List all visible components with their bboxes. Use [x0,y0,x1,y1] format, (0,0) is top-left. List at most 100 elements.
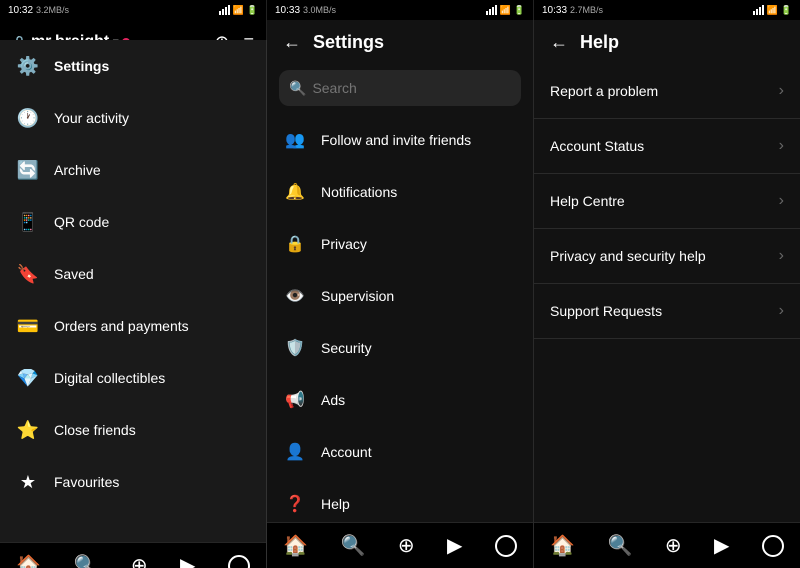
settings-item-privacy[interactable]: 🔒 Privacy [267,218,533,270]
drawer-activity-label: Your activity [54,110,129,126]
settings-header: ← Settings [267,20,533,64]
settings-profile-nav[interactable] [495,535,517,557]
battery-icon: 🔋 [247,5,258,16]
search-nav-icon[interactable]: 🔍 [74,553,99,568]
drawer-qr-label: QR code [54,214,109,230]
settings-home-nav[interactable]: 🏠 [283,533,308,558]
help-title: Help [580,32,619,53]
help-list: Report a problem › Account Status › Help… [534,64,800,522]
drawer-item-saved[interactable]: 🔖 Saved [0,248,266,300]
ads-icon: 📢 [283,388,307,412]
search-input[interactable] [312,80,511,96]
settings-item-help[interactable]: ❓ Help [267,478,533,522]
help-settings-icon: ❓ [283,492,307,516]
help-add-nav[interactable]: ⊕ [665,533,682,558]
help-profile-nav[interactable] [762,535,784,557]
report-label: Report a problem [550,83,658,99]
drawer-item-close-friends[interactable]: ⭐ Close friends [0,404,266,456]
support-requests-chevron-icon: › [779,302,784,320]
drawer-collectibles-label: Digital collectibles [54,370,165,386]
help-panel: ← Help Report a problem › Account Status… [534,20,800,568]
settings-item-notifications[interactable]: 🔔 Notifications [267,166,533,218]
profile-bottom-nav: 🏠 🔍 ⊕ ▶ [0,542,266,568]
account-label: Account [321,444,372,460]
help-settings-label: Help [321,496,350,512]
account-status-chevron-icon: › [779,137,784,155]
help-signal-icon [753,5,764,15]
favourites-icon: ★ [16,470,40,494]
help-centre-label: Help Centre [550,193,625,209]
drawer-item-collectibles[interactable]: 💎 Digital collectibles [0,352,266,404]
settings-search-nav[interactable]: 🔍 [341,533,366,558]
follow-label: Follow and invite friends [321,132,471,148]
supervision-icon: 👁️ [283,284,307,308]
drawer-item-activity[interactable]: 🕐 Your activity [0,92,266,144]
wifi-icon: 📶 [233,5,244,16]
drawer-item-settings[interactable]: ⚙️ Settings [0,40,266,92]
drawer-menu: ⚙️ Settings 🕐 Your activity 🔄 Archive 📱 … [0,40,267,568]
security-label: Security [321,340,372,356]
settings-item-security[interactable]: 🛡️ Security [267,322,533,374]
home-nav-icon[interactable]: 🏠 [16,553,41,568]
settings-item-account[interactable]: 👤 Account [267,426,533,478]
settings-signal-icon [486,5,497,15]
notifications-label: Notifications [321,184,397,200]
help-reels-nav[interactable]: ▶ [714,533,729,558]
help-item-support-requests[interactable]: Support Requests › [534,284,800,339]
help-search-nav[interactable]: 🔍 [608,533,633,558]
add-nav-icon[interactable]: ⊕ [131,553,148,568]
settings-reels-nav[interactable]: ▶ [447,533,462,558]
saved-icon: 🔖 [16,262,40,286]
drawer-item-qr[interactable]: 📱 QR code [0,196,266,248]
settings-data-speed: 3.0MB/s [303,5,336,15]
notifications-icon: 🔔 [283,180,307,204]
settings-bottom-nav: 🏠 🔍 ⊕ ▶ [267,522,533,568]
drawer-orders-label: Orders and payments [54,318,189,334]
drawer-item-favourites[interactable]: ★ Favourites [0,456,266,508]
settings-item-supervision[interactable]: 👁️ Supervision [267,270,533,322]
help-item-report[interactable]: Report a problem › [534,64,800,119]
drawer-item-orders[interactable]: 💳 Orders and payments [0,300,266,352]
drawer-settings-label: Settings [54,58,109,74]
help-item-privacy-security[interactable]: Privacy and security help › [534,229,800,284]
settings-status-bar: 10:33 3.0MB/s 📶 🔋 [267,0,534,20]
help-item-account-status[interactable]: Account Status › [534,119,800,174]
help-centre-chevron-icon: › [779,192,784,210]
reels-nav-icon[interactable]: ▶ [180,553,195,568]
settings-back-button[interactable]: ← [283,32,301,53]
settings-drawer-icon: ⚙️ [16,54,40,78]
follow-icon: 👥 [283,128,307,152]
settings-battery-icon: 🔋 [514,5,525,16]
signal-icon [219,5,230,15]
search-icon: 🔍 [289,80,306,97]
settings-list: 👥 Follow and invite friends 🔔 Notificati… [267,114,533,522]
settings-item-ads[interactable]: 📢 Ads [267,374,533,426]
drawer-close-friends-label: Close friends [54,422,136,438]
archive-icon: 🔄 [16,158,40,182]
settings-panel: ← Settings 🔍 👥 Follow and invite friends… [267,20,534,568]
drawer-item-archive[interactable]: 🔄 Archive [0,144,266,196]
support-requests-label: Support Requests [550,303,662,319]
account-status-label: Account Status [550,138,644,154]
security-icon: 🛡️ [283,336,307,360]
collectibles-icon: 💎 [16,366,40,390]
settings-item-follow[interactable]: 👥 Follow and invite friends [267,114,533,166]
privacy-icon: 🔒 [283,232,307,256]
help-data-speed: 2.7MB/s [570,5,603,15]
privacy-security-chevron-icon: › [779,247,784,265]
report-chevron-icon: › [779,82,784,100]
help-home-nav[interactable]: 🏠 [550,533,575,558]
profile-nav-icon[interactable] [228,555,250,568]
activity-icon: 🕐 [16,106,40,130]
help-back-button[interactable]: ← [550,32,568,53]
settings-wifi-icon: 📶 [500,5,511,16]
help-battery-icon: 🔋 [781,5,792,16]
settings-add-nav[interactable]: ⊕ [398,533,415,558]
drawer-favourites-label: Favourites [54,474,119,490]
search-box[interactable]: 🔍 [279,70,521,106]
help-item-help-centre[interactable]: Help Centre › [534,174,800,229]
qr-icon: 📱 [16,210,40,234]
profile-time: 10:32 [8,5,33,16]
supervision-label: Supervision [321,288,394,304]
privacy-label: Privacy [321,236,367,252]
